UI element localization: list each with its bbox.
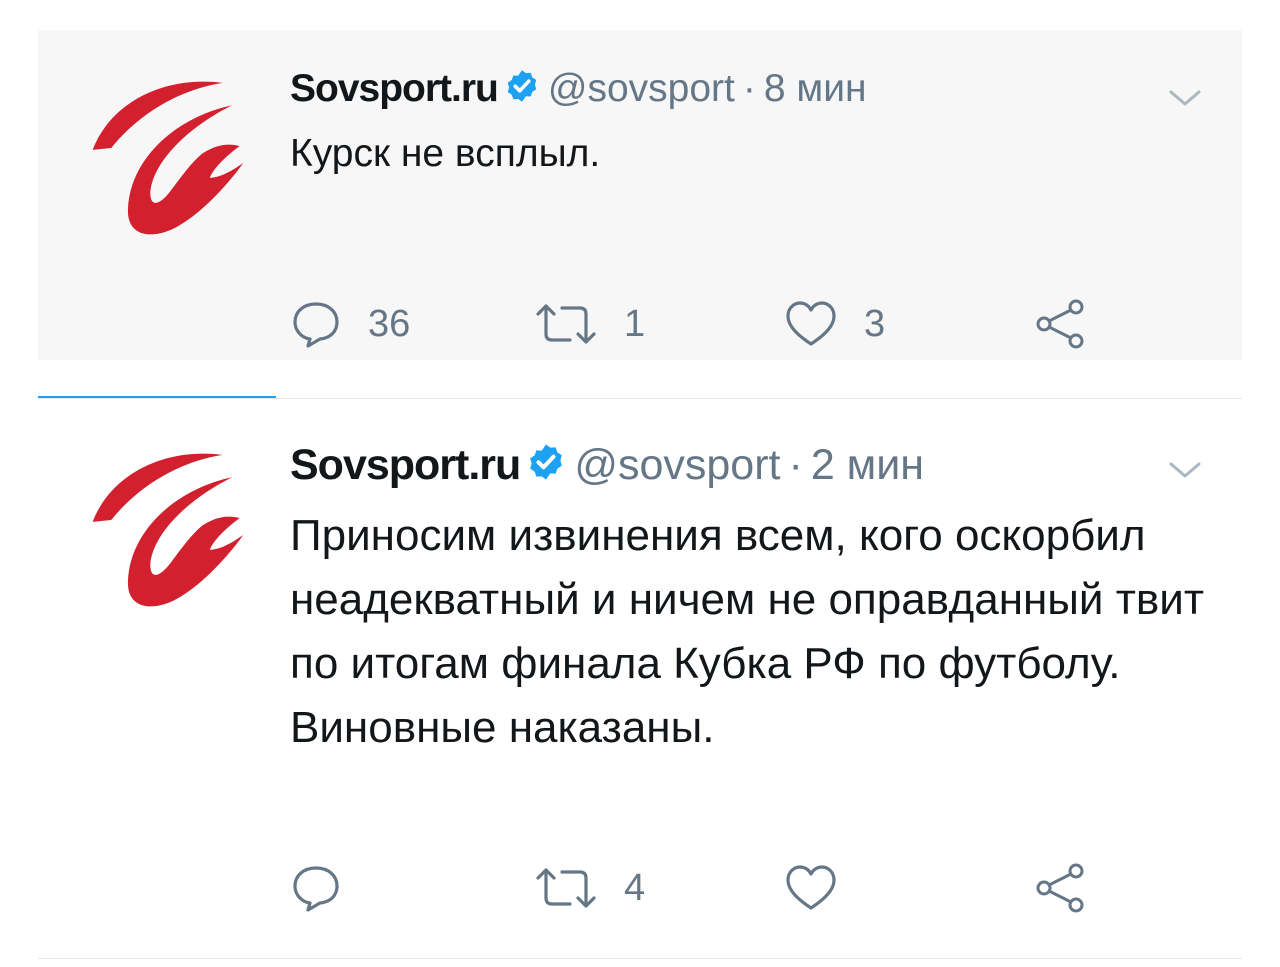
heart-icon (786, 865, 836, 910)
reply-count: 36 (368, 302, 411, 345)
tweet-actions: 36 1 3 (290, 298, 1130, 350)
reply-icon (293, 866, 339, 912)
tweet-actions: 4 (290, 862, 1130, 914)
author-name[interactable]: Sovsport.ru (290, 441, 521, 489)
verified-badge-icon (526, 442, 566, 491)
timestamp[interactable]: 2 мин (811, 441, 924, 489)
sovsport-logo-avatar[interactable] (74, 68, 260, 254)
tweet-header: Sovsport.ru @sovsport · 8 мин (290, 66, 867, 115)
sovsport-logo-avatar[interactable] (74, 440, 260, 626)
tweet-header: Sovsport.ru @sovsport · 2 мин (290, 442, 924, 491)
chevron-down-icon[interactable] (1168, 460, 1202, 480)
tweet-text: Приносим извинения всем, кого оскорбил н… (290, 511, 1204, 752)
retweet-count: 4 (624, 866, 646, 909)
separator-dot: · (788, 441, 803, 489)
share-button[interactable] (1034, 862, 1088, 914)
reply-icon (293, 302, 339, 348)
tweet-text: Курск не всплыл. (290, 132, 601, 175)
tweet[interactable]: Sovsport.ru @sovsport · 2 мин Приносим изви… (38, 400, 1242, 955)
share-icon (1036, 863, 1084, 913)
author-handle[interactable]: @sovsport (574, 441, 780, 489)
reply-button[interactable]: 36 (290, 298, 410, 350)
retweet-count: 1 (624, 302, 646, 345)
retweet-button[interactable]: 1 (534, 298, 645, 350)
like-count: 3 (864, 302, 886, 345)
reply-button[interactable] (290, 862, 368, 914)
retweet-button[interactable]: 4 (534, 862, 645, 914)
retweet-icon (536, 304, 596, 344)
like-button[interactable]: 3 (784, 298, 885, 350)
verified-badge-icon (504, 68, 540, 115)
tweet[interactable]: Sovsport.ru @sovsport · 8 мин Курск не вспл… (38, 30, 1242, 360)
heart-icon (786, 301, 836, 346)
like-button[interactable] (784, 862, 864, 914)
separator-dot: · (742, 67, 756, 110)
share-icon (1036, 299, 1084, 349)
author-handle[interactable]: @sovsport (548, 67, 735, 110)
tweet-divider (38, 398, 1242, 399)
retweet-icon (536, 868, 596, 908)
timestamp[interactable]: 8 мин (764, 67, 867, 110)
chevron-down-icon[interactable] (1168, 88, 1202, 108)
share-button[interactable] (1034, 298, 1088, 350)
tweet-divider (38, 958, 1242, 959)
author-name[interactable]: Sovsport.ru (290, 67, 499, 110)
